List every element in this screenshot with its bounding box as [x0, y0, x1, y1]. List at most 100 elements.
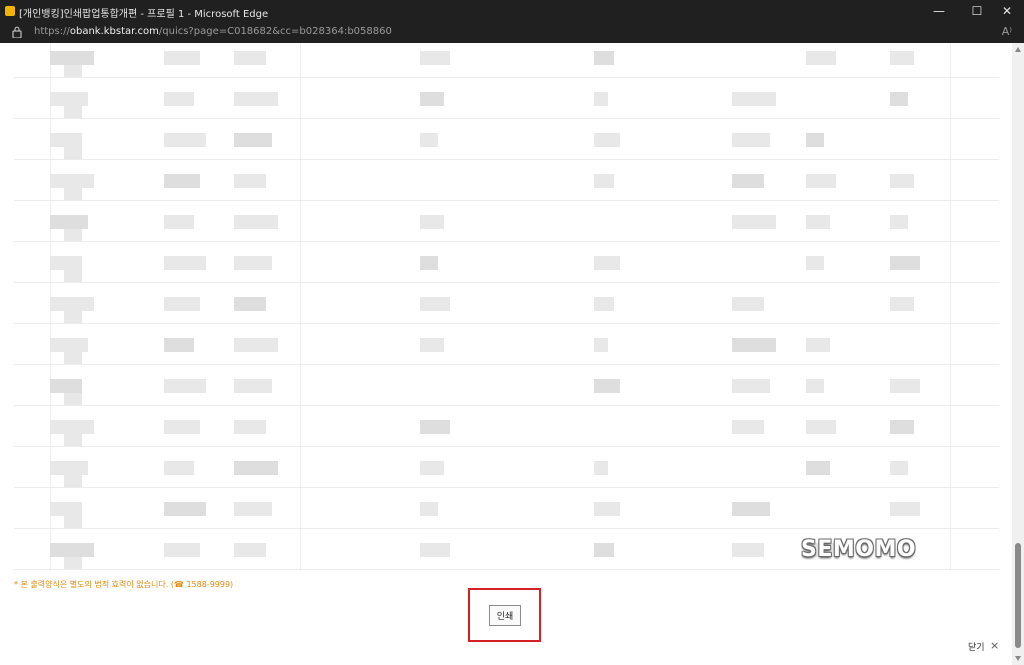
redacted-cell	[732, 502, 770, 516]
redacted-cell	[164, 133, 206, 147]
redacted-cell	[50, 92, 88, 106]
redacted-cell	[806, 461, 830, 475]
table-row-divider	[14, 364, 999, 365]
redacted-cell	[806, 174, 836, 188]
window-title: [개인뱅킹]인쇄팝업통합개편 - 프로필 1 - Microsoft Edge	[19, 9, 269, 20]
redacted-cell	[806, 215, 830, 229]
redacted-cell	[164, 51, 200, 65]
redacted-cell	[594, 174, 614, 188]
page-viewport: * 본 출력양식은 별도의 법적 효력이 없습니다. (☎ 1588-9999)…	[0, 43, 1012, 665]
table-row-divider	[14, 323, 999, 324]
redacted-cell	[234, 256, 272, 270]
table-row-divider	[14, 159, 999, 160]
redacted-cell	[50, 420, 94, 434]
redacted-cell	[890, 297, 914, 311]
redacted-cell	[164, 502, 206, 516]
redacted-cell	[50, 502, 82, 516]
redacted-cell	[420, 461, 444, 475]
redacted-cell	[164, 379, 206, 393]
table-row-divider	[14, 241, 999, 242]
scroll-up-arrow-icon[interactable]	[1015, 47, 1021, 52]
redacted-cell	[594, 297, 614, 311]
redacted-cell	[732, 338, 776, 352]
table-row-divider	[14, 487, 999, 488]
redacted-cell	[420, 543, 450, 557]
redacted-cell	[164, 420, 200, 434]
maximize-button[interactable]: ☐	[960, 0, 994, 22]
redacted-cell	[890, 51, 914, 65]
table-row-divider	[14, 569, 999, 570]
redacted-cell	[234, 51, 266, 65]
redacted-cell	[50, 215, 88, 229]
redacted-cell	[64, 229, 82, 241]
redacted-cell	[234, 133, 272, 147]
redacted-cell	[234, 338, 278, 352]
app-icon	[5, 6, 15, 16]
print-button[interactable]: 인쇄	[489, 605, 521, 626]
redacted-cell	[890, 379, 920, 393]
redacted-cell	[234, 502, 272, 516]
redacted-cell	[234, 92, 278, 106]
redacted-cell	[64, 106, 82, 118]
redacted-cell	[890, 502, 920, 516]
blurred-statement-table	[14, 43, 999, 571]
redacted-cell	[732, 92, 776, 106]
redacted-cell	[732, 215, 776, 229]
close-button[interactable]: 닫기	[968, 640, 985, 653]
redacted-cell	[420, 256, 438, 270]
redacted-cell	[732, 133, 770, 147]
redacted-cell	[50, 174, 94, 188]
scroll-down-arrow-icon[interactable]	[1015, 656, 1021, 661]
url-text[interactable]: https://obank.kbstar.com/quics?page=C018…	[34, 26, 392, 37]
redacted-cell	[732, 379, 770, 393]
url-path: /quics?page=C018682&cc=b028364:b058860	[158, 26, 392, 37]
redacted-cell	[806, 420, 836, 434]
read-aloud-icon[interactable]: A⁾	[1002, 25, 1012, 38]
scroll-thumb[interactable]	[1015, 543, 1021, 648]
redacted-cell	[234, 174, 266, 188]
redacted-cell	[890, 215, 908, 229]
redacted-cell	[164, 174, 200, 188]
scrollbar[interactable]	[1012, 43, 1024, 665]
url-scheme: https://	[34, 26, 70, 37]
redacted-cell	[806, 379, 824, 393]
table-row-divider	[14, 528, 999, 529]
redacted-cell	[164, 256, 206, 270]
table-border	[950, 43, 951, 571]
redacted-cell	[594, 461, 608, 475]
redacted-cell	[164, 92, 194, 106]
redacted-cell	[732, 174, 764, 188]
close-icon[interactable]: ×	[990, 639, 999, 652]
table-row-divider	[14, 405, 999, 406]
redacted-cell	[806, 133, 824, 147]
redacted-cell	[890, 92, 908, 106]
url-host: obank.kbstar.com	[69, 26, 159, 37]
redacted-cell	[164, 297, 200, 311]
redacted-cell	[890, 174, 914, 188]
redacted-cell	[64, 393, 82, 405]
redacted-cell	[50, 297, 94, 311]
redacted-cell	[420, 502, 438, 516]
address-bar[interactable]: https://obank.kbstar.com/quics?page=C018…	[0, 22, 1024, 43]
redacted-cell	[50, 379, 82, 393]
redacted-cell	[64, 352, 82, 364]
redacted-cell	[732, 420, 764, 434]
redacted-cell	[234, 420, 266, 434]
close-window-button[interactable]: ✕	[990, 0, 1024, 22]
redacted-cell	[420, 420, 450, 434]
lock-icon	[12, 26, 22, 38]
minimize-button[interactable]: —	[922, 0, 956, 22]
redacted-cell	[50, 256, 82, 270]
redacted-cell	[64, 270, 82, 282]
redacted-cell	[890, 461, 908, 475]
redacted-cell	[234, 297, 266, 311]
redacted-cell	[594, 338, 608, 352]
table-row-divider	[14, 282, 999, 283]
redacted-cell	[234, 379, 272, 393]
redacted-cell	[64, 65, 82, 77]
redacted-cell	[890, 420, 914, 434]
redacted-cell	[420, 92, 444, 106]
redacted-cell	[234, 543, 266, 557]
redacted-cell	[64, 311, 82, 323]
redacted-cell	[420, 215, 444, 229]
